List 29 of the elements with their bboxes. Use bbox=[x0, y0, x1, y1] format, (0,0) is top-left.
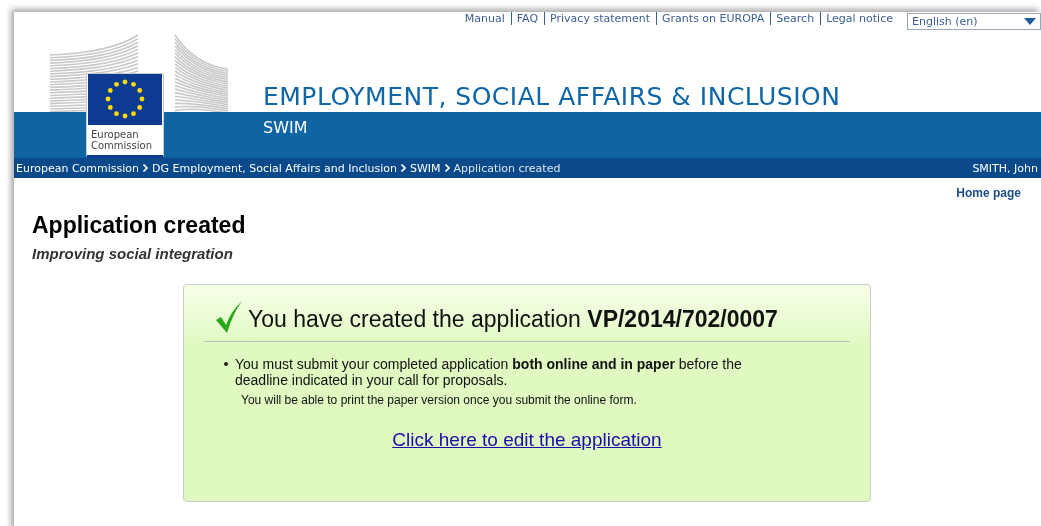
logo-text: European Commission bbox=[90, 128, 153, 153]
user-name: SMITH, John bbox=[972, 161, 1038, 175]
chevron-icon bbox=[143, 164, 148, 172]
breadcrumb-item[interactable]: European Commission bbox=[16, 161, 139, 175]
bullet-text: You must submit your completed application both online and in paper before the deadline indicated in your call for proposals. bbox=[235, 356, 743, 388]
page-subtitle: Improving social integration bbox=[32, 245, 234, 262]
top-link[interactable]: Legal notice bbox=[826, 12, 893, 25]
site-title: EMPLOYMENT, SOCIAL AFFAIRS & INCLUSION bbox=[263, 82, 841, 111]
note-text: You will be able to print the paper version once you submit the online form. bbox=[241, 393, 638, 407]
home-page-link[interactable]: Home page bbox=[956, 186, 1021, 200]
page-title: Application created bbox=[32, 212, 247, 239]
breadcrumb-item[interactable]: DG Employment, Social Affairs and Inclusion bbox=[152, 161, 397, 175]
language-select[interactable]: English (en) bbox=[907, 13, 1041, 30]
top-link[interactable]: Grants on EUROPA bbox=[662, 12, 765, 25]
breadcrumb-item: Application created bbox=[453, 161, 561, 175]
top-link[interactable]: Manual bbox=[464, 12, 505, 25]
site-subtitle: SWIM bbox=[263, 118, 308, 137]
breadcrumb-item[interactable]: SWIM bbox=[409, 161, 441, 175]
message-heading: You have created the application VP/2014/702/0007 bbox=[248, 306, 778, 333]
edit-application-link[interactable]: Click here to edit the application bbox=[392, 429, 662, 451]
top-link[interactable]: Search bbox=[776, 12, 815, 25]
chevron-icon bbox=[400, 164, 406, 172]
checkmark-icon bbox=[216, 301, 242, 333]
top-link[interactable]: Privacy statement bbox=[550, 12, 651, 25]
bullet-icon bbox=[224, 362, 228, 366]
caret-icon bbox=[1024, 18, 1036, 25]
top-link[interactable]: FAQ bbox=[516, 12, 539, 25]
eu-flag-icon bbox=[88, 74, 162, 125]
chevron-icon bbox=[444, 164, 450, 172]
